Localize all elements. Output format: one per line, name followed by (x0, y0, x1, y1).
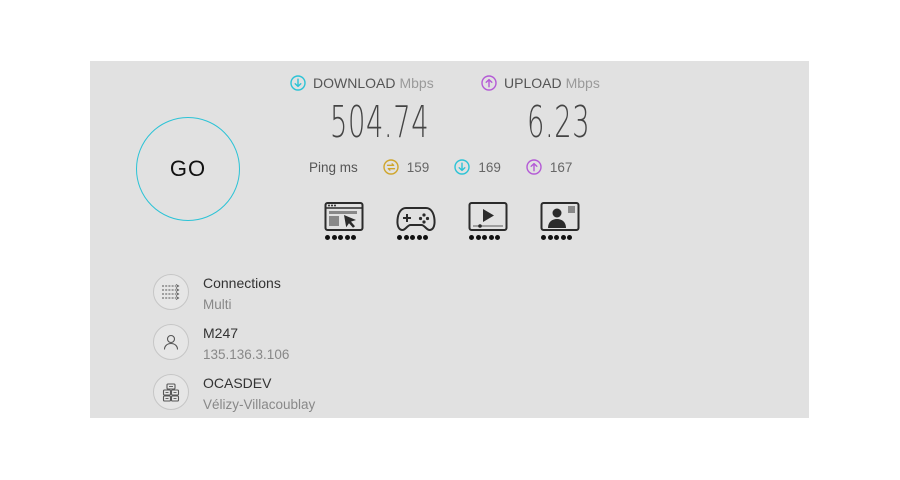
provider-name: M247 (203, 325, 239, 341)
ping-upload: 167 (526, 159, 573, 175)
server-icon (153, 374, 189, 410)
arrow-down-circle-icon (290, 75, 306, 91)
download-label: DOWNLOAD (313, 75, 396, 91)
download-metric: DOWNLOAD Mbps 504.74 (290, 75, 434, 148)
upload-metric: UPLOAD Mbps 6.23 (481, 75, 600, 148)
connections-icon (153, 274, 189, 310)
speedtest-panel: GO DOWNLOAD Mbps 504.74 UPLOAD Mbps 6.23… (90, 61, 809, 418)
provider-ip: 135.136.3.106 (203, 347, 290, 362)
ping-idle-value: 159 (406, 159, 430, 175)
arrow-up-circle-icon (481, 75, 497, 91)
web-browsing-rating (325, 235, 356, 240)
go-button[interactable]: GO (136, 117, 240, 221)
upload-label: UPLOAD (504, 75, 562, 91)
go-button-label: GO (169, 156, 207, 181)
upload-unit: Mbps (565, 75, 600, 91)
server-name: OCASDEV (203, 375, 272, 391)
connections-title: Connections (203, 275, 281, 291)
connections-value: Multi (203, 297, 232, 312)
provider-row: M247 135.136.3.106 (153, 324, 289, 364)
upload-value: 6.23 (527, 97, 591, 148)
ping-label: Ping ms (309, 159, 358, 175)
server-location: Vélizy-Villacoublay (203, 397, 316, 412)
ping-upload-value: 167 (549, 159, 573, 175)
arrow-up-circle-icon (526, 159, 542, 175)
download-value: 504.74 (330, 97, 430, 148)
download-unit: Mbps (399, 75, 434, 91)
ping-download-value: 169 (478, 159, 501, 175)
jitter-icon (383, 159, 399, 175)
ping-download: 169 (454, 159, 501, 175)
ping-idle: 159 (383, 159, 430, 175)
ping-row: Ping ms 159 169 167 (309, 159, 572, 175)
server-row[interactable]: OCASDEV Vélizy-Villacoublay (153, 374, 315, 414)
video-call-rating (541, 235, 572, 240)
arrow-down-circle-icon (454, 159, 471, 175)
gaming-rating (397, 235, 428, 240)
connections-row[interactable]: Connections Multi (153, 274, 281, 314)
user-icon (153, 324, 189, 360)
video-streaming-rating (469, 235, 500, 240)
